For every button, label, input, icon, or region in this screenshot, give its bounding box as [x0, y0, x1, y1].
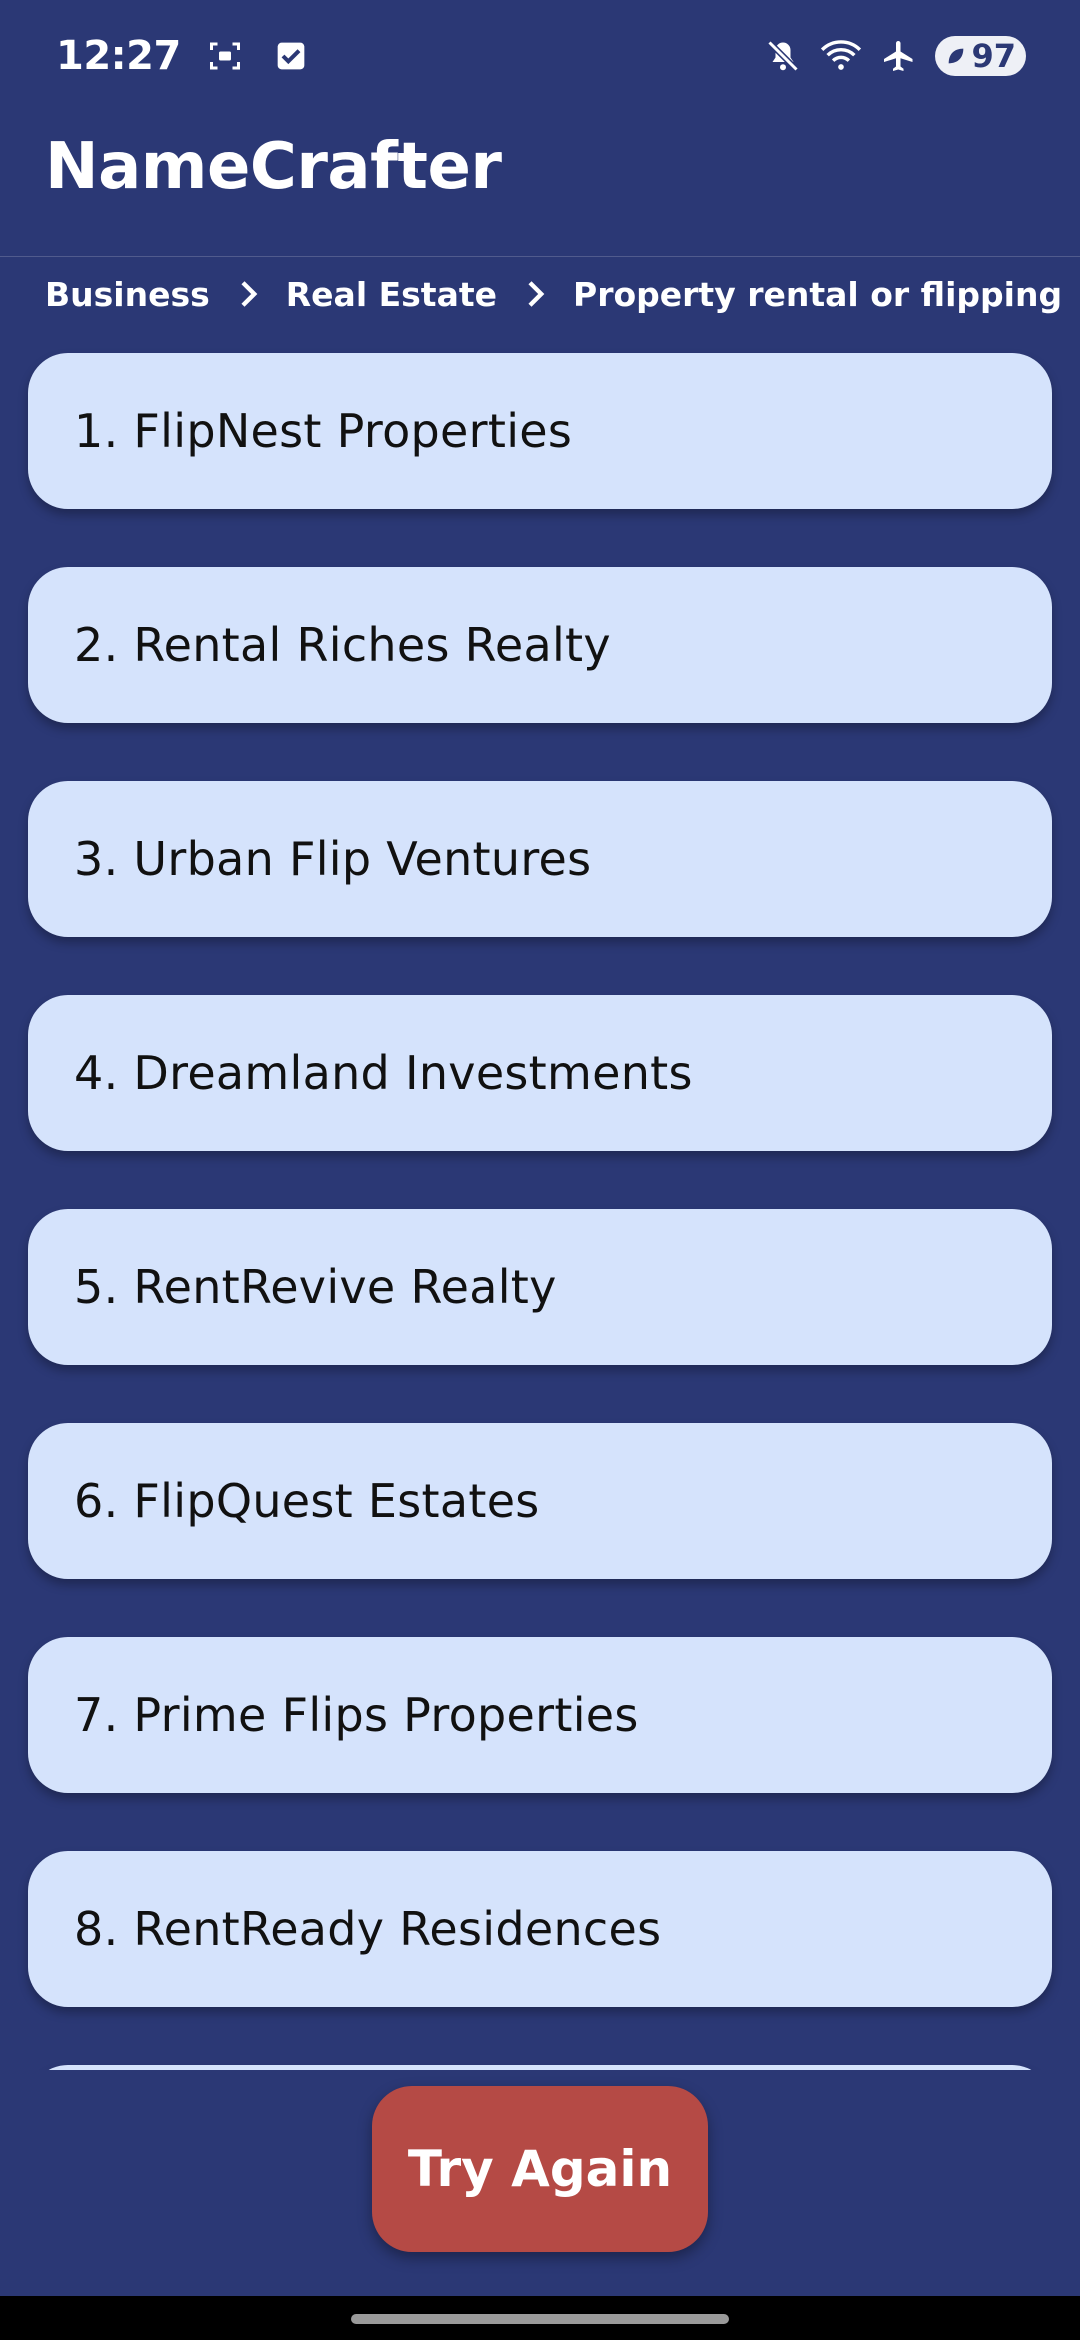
- name-card[interactable]: 1. FlipNest Properties: [28, 353, 1052, 509]
- airplane-icon: [877, 34, 921, 78]
- app-bar: NameCrafter: [0, 112, 1080, 257]
- app-title: NameCrafter: [45, 130, 502, 204]
- breadcrumb: Business Real Estate Property rental or …: [45, 266, 1080, 322]
- name-card[interactable]: 4. Dreamland Investments: [28, 995, 1052, 1151]
- battery-level: 97: [971, 37, 1016, 75]
- status-right: 97: [761, 34, 1026, 78]
- breadcrumb-item-real-estate[interactable]: Real Estate: [286, 275, 497, 314]
- wifi-icon: [819, 34, 863, 78]
- status-bar: 12:27 97: [0, 0, 1080, 112]
- home-gesture-handle[interactable]: [351, 2314, 729, 2324]
- name-card[interactable]: 5. RentRevive Realty: [28, 1209, 1052, 1365]
- status-time: 12:27: [56, 33, 181, 79]
- name-list-viewport[interactable]: 1. FlipNest Properties 2. Rental Riches …: [0, 338, 1080, 2070]
- name-card[interactable]: 8. RentReady Residences: [28, 1851, 1052, 2007]
- chevron-right-icon: [515, 274, 555, 314]
- name-card[interactable]: 3. Urban Flip Ventures: [28, 781, 1052, 937]
- navigation-bar: [0, 2296, 1080, 2340]
- screenshot-icon: [203, 34, 247, 78]
- chevron-right-icon: [228, 274, 268, 314]
- name-card-label: 2. Rental Riches Realty: [74, 618, 611, 672]
- status-left: 12:27: [56, 33, 313, 79]
- try-again-button[interactable]: Try Again: [372, 2086, 708, 2252]
- name-list: 1. FlipNest Properties 2. Rental Riches …: [28, 353, 1052, 2070]
- battery-leaf-icon: [949, 48, 964, 64]
- name-card-label: 4. Dreamland Investments: [74, 1046, 693, 1100]
- name-card[interactable]: 7. Prime Flips Properties: [28, 1637, 1052, 1793]
- breadcrumb-item-property-rental[interactable]: Property rental or flipping: [573, 275, 1062, 314]
- battery-indicator: 97: [935, 36, 1026, 76]
- name-card-label: 7. Prime Flips Properties: [74, 1688, 639, 1742]
- name-card-label: 3. Urban Flip Ventures: [74, 832, 592, 886]
- name-card[interactable]: 2. Rental Riches Realty: [28, 567, 1052, 723]
- name-card-label: 5. RentRevive Realty: [74, 1260, 557, 1314]
- name-card-label: 1. FlipNest Properties: [74, 404, 573, 458]
- checkbox-icon: [269, 34, 313, 78]
- name-card-partial[interactable]: [28, 2065, 1052, 2070]
- name-card[interactable]: 6. FlipQuest Estates: [28, 1423, 1052, 1579]
- screen: 12:27 97 NameCrafter Business Real Estat…: [0, 0, 1080, 2340]
- breadcrumb-item-business[interactable]: Business: [45, 275, 210, 314]
- mute-icon: [761, 34, 805, 78]
- name-card-label: 6. FlipQuest Estates: [74, 1474, 540, 1528]
- name-card-label: 8. RentReady Residences: [74, 1902, 662, 1956]
